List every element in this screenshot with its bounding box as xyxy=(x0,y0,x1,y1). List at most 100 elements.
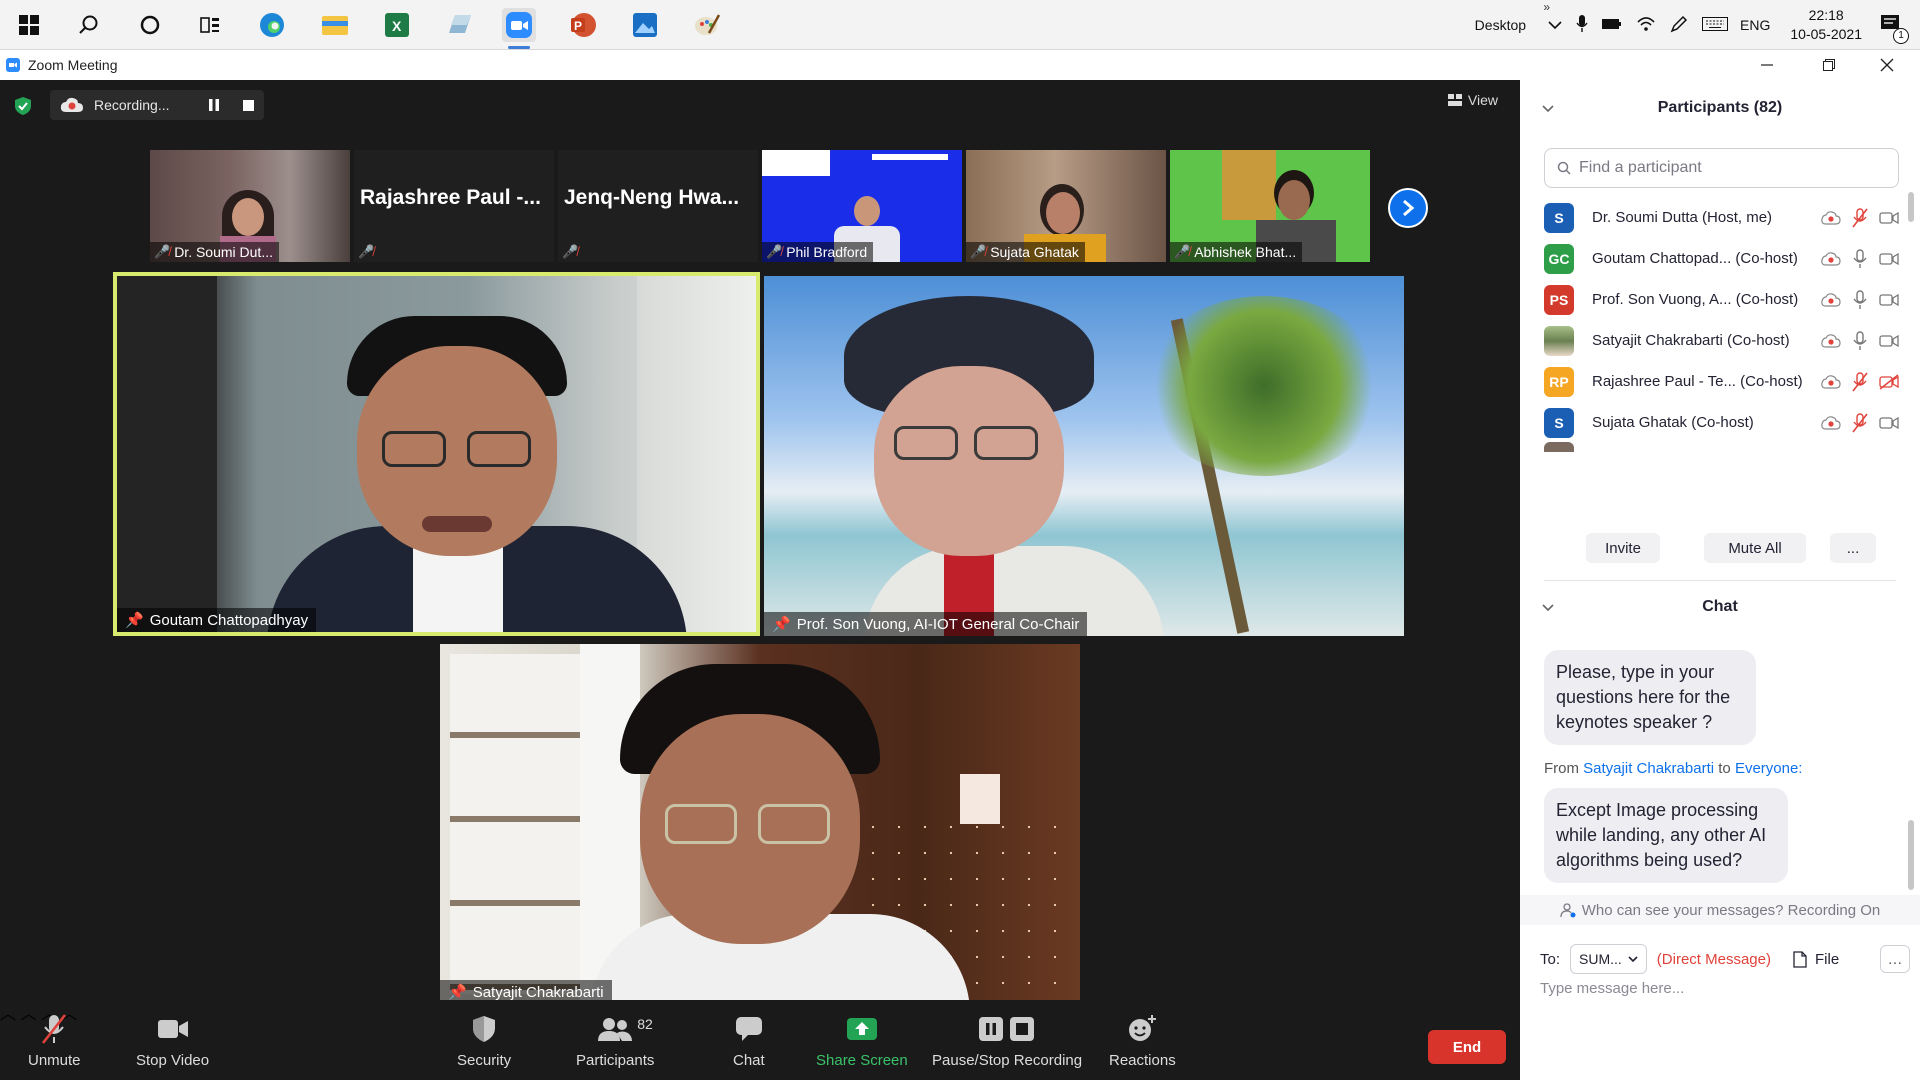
chevron-down-icon[interactable] xyxy=(1548,17,1562,33)
collapse-chevron-icon[interactable] xyxy=(1542,100,1554,116)
participant-row-name: Goutam Chattopad... (Co-host) xyxy=(1592,250,1798,267)
microphone-icon[interactable] xyxy=(1576,14,1588,36)
participants-button[interactable]: 82 Participants xyxy=(576,1012,654,1069)
invite-button[interactable]: Invite xyxy=(1586,533,1660,563)
thumbnail-label: 🎤̸ Phil Bradford xyxy=(762,242,874,262)
avatar: GC xyxy=(1544,243,1574,274)
pen-icon[interactable] xyxy=(1670,15,1688,36)
more-options-button[interactable]: ... xyxy=(1830,533,1876,563)
paint-icon[interactable] xyxy=(690,8,724,42)
search-icon[interactable] xyxy=(72,8,106,42)
muted-mic-icon: 🎤̸ xyxy=(358,244,375,259)
participants-panel-header: Participants (82) xyxy=(1520,83,1920,133)
cortana-icon[interactable] xyxy=(133,8,167,42)
end-meeting-button[interactable]: End xyxy=(1428,1030,1506,1064)
participant-video[interactable]: 📌 Satyajit Chakrabarti xyxy=(440,644,1080,1004)
participant-name: Satyajit Chakrabarti xyxy=(472,983,604,1001)
thumbnail-video[interactable]: 🎤̸ Sujata Ghatak xyxy=(966,150,1166,262)
thumbnail-label: 🎤̸ Dr. Soumi Dut... xyxy=(150,242,279,262)
participants-count: 82 xyxy=(637,1016,653,1032)
microphone-icon xyxy=(1853,330,1867,350)
file-label: File xyxy=(1815,950,1840,968)
participant-name: Dr. Soumi Dut... xyxy=(174,244,273,260)
to-label: To: xyxy=(1540,950,1561,968)
participant-list[interactable]: S Dr. Soumi Dutta (Host, me) GC Goutam C… xyxy=(1520,192,1920,492)
participant-row-name: Sujata Ghatak (Co-host) xyxy=(1592,414,1754,431)
battery-icon[interactable] xyxy=(1602,17,1622,33)
powerpoint-icon[interactable]: P xyxy=(566,8,600,42)
next-page-arrow-icon[interactable] xyxy=(1388,188,1428,228)
wifi-icon[interactable] xyxy=(1636,16,1656,35)
muted-microphone-icon xyxy=(1852,412,1868,432)
close-button[interactable] xyxy=(1864,50,1910,80)
restore-button[interactable] xyxy=(1806,50,1852,80)
zoom-icon[interactable] xyxy=(502,8,536,49)
edge-icon[interactable] xyxy=(255,8,289,42)
participant-name: Goutam Chattopadhyay xyxy=(149,611,309,629)
view-button[interactable]: View xyxy=(1447,92,1498,108)
unmute-button[interactable]: Unmute xyxy=(28,1012,81,1069)
pause-stop-recording-button[interactable]: Pause/Stop Recording xyxy=(932,1012,1082,1069)
avatar: PS xyxy=(1544,284,1574,315)
share-screen-button[interactable]: Share Screen xyxy=(816,1012,908,1069)
participants-panel-title: Participants (82) xyxy=(1657,99,1783,116)
stop-video-button[interactable]: Stop Video xyxy=(136,1012,209,1069)
file-explorer-icon[interactable] xyxy=(318,8,352,42)
show-more-icon[interactable]: » xyxy=(1543,0,1550,14)
chat-privacy-notice[interactable]: Who can see your messages? Recording On xyxy=(1520,895,1920,925)
security-shield-icon xyxy=(471,1012,497,1046)
muted-mic-icon: 🎤̸ xyxy=(1174,244,1191,259)
notification-icon[interactable]: 1 xyxy=(1880,13,1909,44)
participant-name: Rajashree Paul -... xyxy=(360,186,541,209)
pin-icon: 📌 xyxy=(125,612,144,629)
chat-message: Please, type in your questions here for … xyxy=(1544,650,1756,745)
chat-button[interactable]: Chat xyxy=(733,1012,765,1069)
stop-recording-icon[interactable] xyxy=(243,99,255,111)
language-indicator[interactable]: ENG xyxy=(1740,17,1770,33)
participant-video[interactable]: 📌 Prof. Son Vuong, AI-IOT General Co-Chai… xyxy=(764,276,1404,636)
svg-text:X: X xyxy=(392,18,402,34)
chevron-down-icon xyxy=(1628,955,1638,962)
pin-icon: 📌 xyxy=(772,616,791,633)
chat-scrollbar[interactable] xyxy=(1908,820,1914,890)
windows-start-icon[interactable] xyxy=(12,8,46,42)
active-speaker-video[interactable]: 📌 Goutam Chattopadhyay xyxy=(113,272,760,636)
clock-date: 10-05-2021 xyxy=(1790,26,1862,42)
file-button[interactable]: File xyxy=(1793,951,1839,968)
minimize-button[interactable] xyxy=(1744,50,1790,80)
video-camera-icon xyxy=(1879,293,1899,306)
mute-all-button[interactable]: Mute All xyxy=(1704,533,1806,563)
app-icon[interactable] xyxy=(442,8,476,42)
audio-options-caret-icon[interactable]: ︿ xyxy=(0,1006,16,1023)
thumbnail-video[interactable]: 🎤̸ Dr. Soumi Dut... xyxy=(150,150,350,262)
photos-icon[interactable] xyxy=(628,8,662,42)
recipient-name[interactable]: Everyone: xyxy=(1735,760,1803,777)
sender-name[interactable]: Satyajit Chakrabarti xyxy=(1583,760,1714,777)
participants-label: Participants xyxy=(576,1052,655,1069)
security-button[interactable]: Security xyxy=(457,1012,511,1069)
keyboard-icon[interactable] xyxy=(1702,16,1729,34)
collapse-chevron-icon[interactable] xyxy=(1542,599,1554,615)
thumbnail-video[interactable]: 🎤̸ Phil Bradford xyxy=(762,150,962,262)
clock[interactable]: 22:18 10-05-2021 xyxy=(1790,6,1862,44)
reactions-button[interactable]: Reactions xyxy=(1109,1012,1176,1069)
participant-search-input[interactable]: Find a participant xyxy=(1544,148,1899,188)
thumbnail-label: 🎤̸ Sujata Ghatak xyxy=(966,242,1085,262)
more-chat-options-button[interactable]: … xyxy=(1880,945,1910,973)
participant-list-scrollbar[interactable] xyxy=(1908,192,1914,222)
excel-icon[interactable]: X xyxy=(380,8,414,42)
avatar: RP xyxy=(1544,366,1574,397)
chat-message-input[interactable]: Type message here... xyxy=(1540,980,1684,997)
video-camera-icon xyxy=(157,1012,189,1046)
chat-message-sender: From Satyajit Chakrabarti to Everyone: xyxy=(1544,760,1802,777)
desktop-toolbar-label[interactable]: Desktop xyxy=(1475,17,1526,33)
task-view-icon[interactable] xyxy=(193,8,227,42)
recipient-select[interactable]: SUM... xyxy=(1570,944,1647,974)
thumbnail-name-only[interactable]: Rajashree Paul -... 🎤̸ xyxy=(354,150,554,262)
thumbnail-video[interactable]: 🎤̸ Abhishek Bhat... xyxy=(1170,150,1370,262)
system-tray: » Desktop ENG 22:18 10-05-2021 1 xyxy=(1475,0,1920,50)
participant-row[interactable]: S Sujata Ghatak (Co-host) xyxy=(1544,397,1904,448)
thumbnail-name-only[interactable]: Jenq-Neng Hwa... 🎤̸ xyxy=(558,150,758,262)
encryption-shield-icon[interactable] xyxy=(14,96,32,116)
pause-recording-icon[interactable] xyxy=(209,99,220,111)
